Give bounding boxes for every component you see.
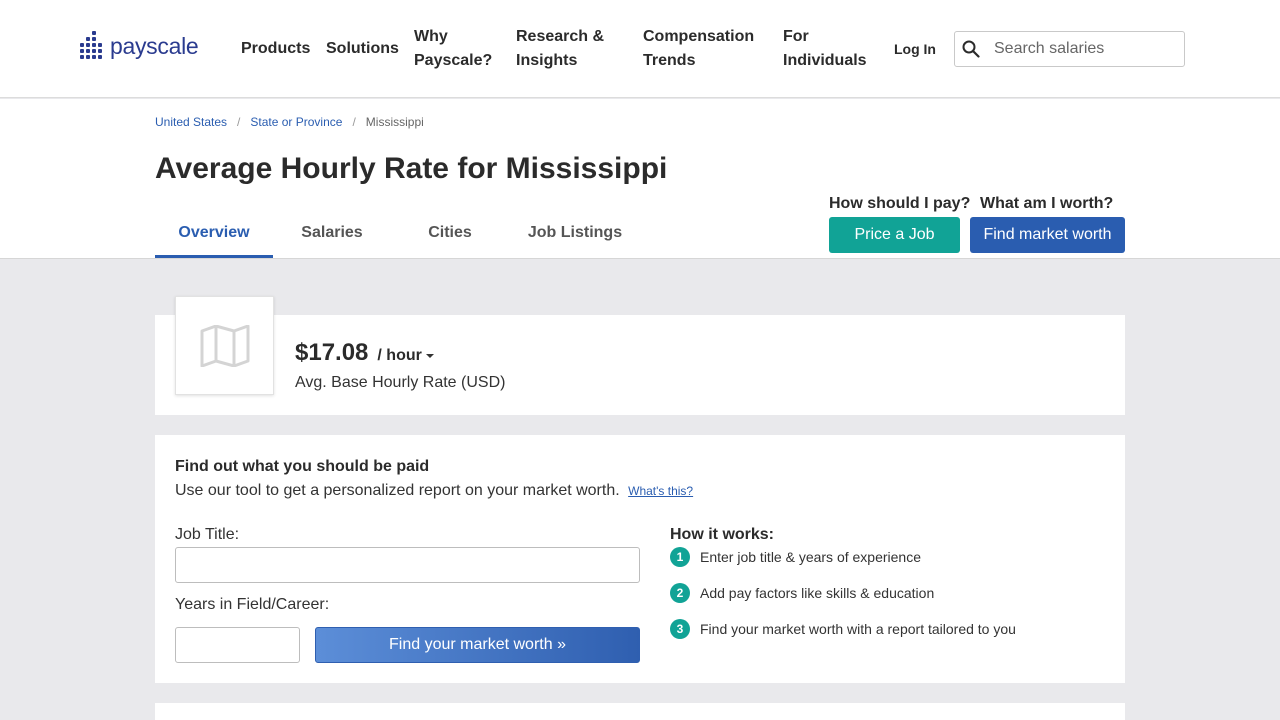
top-navigation: payscale Products Solutions Why Payscale… <box>0 0 1280 98</box>
how-step-2: 2 Add pay factors like skills & educatio… <box>670 583 934 603</box>
breadcrumb-united-states[interactable]: United States <box>155 115 227 129</box>
rate-description: Avg. Base Hourly Rate (USD) <box>295 374 506 391</box>
breadcrumb-separator: / <box>237 115 241 129</box>
rate-value: $17.08 <box>295 339 369 366</box>
nav-compensation-trends[interactable]: Compensation Trends <box>643 25 754 73</box>
form-subtitle: Use our tool to get a personalized repor… <box>175 482 693 500</box>
whats-this-link[interactable]: What's this? <box>628 484 693 498</box>
tab-overview[interactable]: Overview <box>155 224 273 258</box>
breadcrumb-current: Mississippi <box>365 115 424 129</box>
nav-products[interactable]: Products <box>241 37 310 61</box>
payscale-logo[interactable]: payscale <box>80 31 199 61</box>
nav-compensation-line1: Compensation <box>643 28 755 45</box>
tab-job-listings[interactable]: Job Listings <box>509 224 641 258</box>
job-title-label: Job Title: <box>175 526 240 543</box>
rate-unit-label: / hour <box>377 347 422 364</box>
step-number-badge: 2 <box>670 583 690 603</box>
market-worth-form-card: Find out what you should be paid Use our… <box>155 435 1125 683</box>
logo-dots-icon <box>80 31 104 61</box>
nav-research-insights[interactable]: Research & Insights <box>516 25 604 73</box>
nav-research-line1: Research & <box>516 28 605 45</box>
pay-question-label: How should I pay? <box>829 195 971 212</box>
step-text: Find your market worth with a report tai… <box>700 621 1016 637</box>
how-it-works-title: How it works: <box>670 526 775 543</box>
search-box <box>954 31 1185 67</box>
caret-down-icon <box>425 353 434 358</box>
form-subtitle-text: Use our tool to get a personalized repor… <box>175 482 620 499</box>
years-label: Years in Field/Career: <box>175 596 330 613</box>
price-a-job-button[interactable]: Price a Job <box>829 217 960 253</box>
breadcrumb-state-or-province[interactable]: State or Province <box>250 115 342 129</box>
page-title: Average Hourly Rate for Mississippi <box>155 152 668 185</box>
step-text: Enter job title & years of experience <box>700 549 922 565</box>
tab-salaries[interactable]: Salaries <box>273 224 391 258</box>
rate-card: $17.08 / hour Avg. Base Hourly Rate (USD… <box>155 296 1125 415</box>
form-title: Find out what you should be paid <box>175 458 430 475</box>
find-your-market-worth-button[interactable]: Find your market worth » <box>315 627 640 663</box>
nav-why-payscale[interactable]: Why Payscale? <box>414 25 492 73</box>
nav-individuals-line2: Individuals <box>783 52 867 69</box>
breadcrumb: United States / State or Province / Miss… <box>155 115 424 129</box>
search-icon[interactable] <box>962 40 980 58</box>
job-title-input[interactable] <box>175 547 640 583</box>
next-card <box>155 703 1125 720</box>
step-text: Add pay factors like skills & education <box>700 585 935 601</box>
nav-individuals-line1: For <box>783 28 809 45</box>
hourly-rate: $17.08 / hour <box>295 339 434 367</box>
nav-research-line2: Insights <box>516 52 578 69</box>
step-number-badge: 1 <box>670 547 690 567</box>
nav-why-payscale-line1: Why <box>414 28 448 45</box>
find-market-worth-button[interactable]: Find market worth <box>970 217 1125 253</box>
worth-question-label: What am I worth? <box>980 195 1114 212</box>
years-input[interactable] <box>175 627 300 663</box>
search-input[interactable] <box>994 40 1174 58</box>
step-number-badge: 3 <box>670 619 690 639</box>
login-link[interactable]: Log In <box>894 37 936 61</box>
nav-for-individuals[interactable]: For Individuals <box>783 25 867 73</box>
tab-cities[interactable]: Cities <box>391 224 509 258</box>
nav-why-payscale-line2: Payscale? <box>414 52 493 69</box>
how-step-1: 1 Enter job title & years of experience <box>670 547 921 567</box>
nav-compensation-line2: Trends <box>643 52 696 69</box>
rate-unit-dropdown[interactable]: / hour <box>377 347 434 365</box>
nav-solutions-label: Solutions <box>326 40 399 57</box>
nav-solutions[interactable]: Solutions <box>326 37 399 61</box>
logo-text: payscale <box>110 32 199 59</box>
how-step-3: 3 Find your market worth with a report t… <box>670 619 1016 639</box>
breadcrumb-separator: / <box>352 115 356 129</box>
page-header: United States / State or Province / Miss… <box>0 99 1280 259</box>
map-icon <box>200 324 249 367</box>
map-placeholder <box>175 296 274 395</box>
nav-products-label: Products <box>241 40 311 57</box>
